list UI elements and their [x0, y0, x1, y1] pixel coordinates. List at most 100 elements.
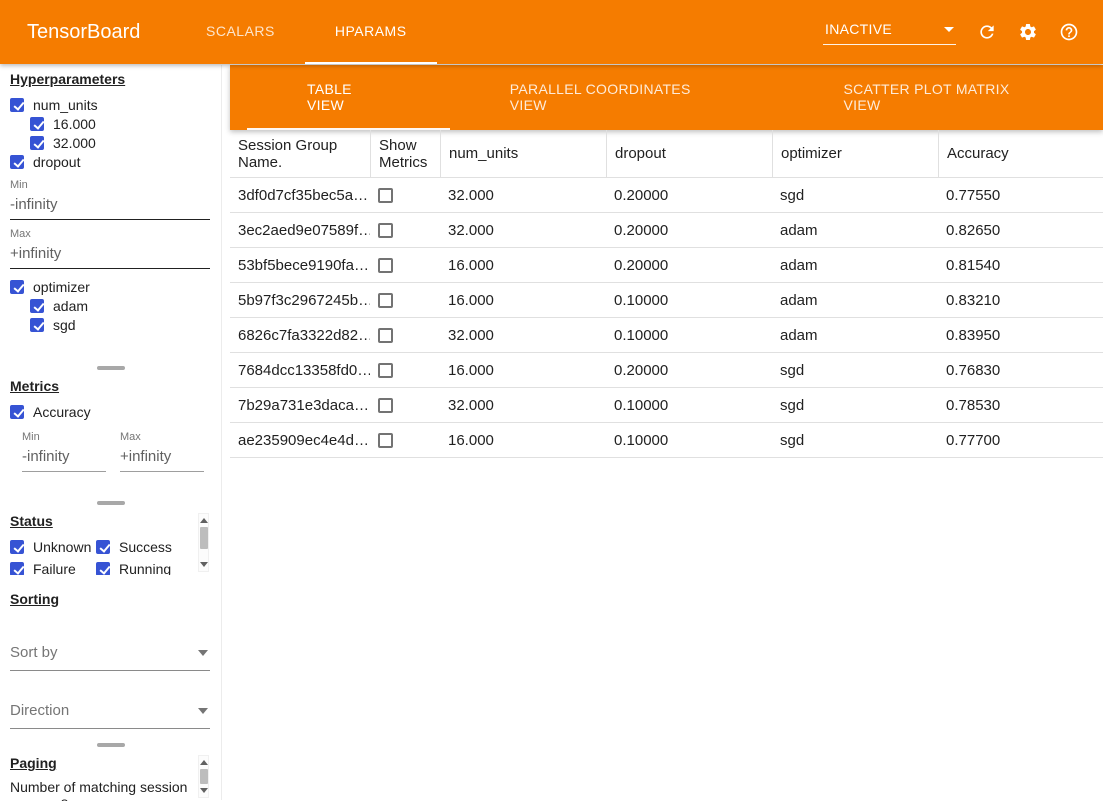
num-units-cell: 32.000 — [440, 178, 606, 212]
dropout-max-input[interactable] — [10, 241, 210, 269]
refresh-icon[interactable] — [977, 22, 997, 42]
metric-accuracy[interactable]: Accuracy — [10, 402, 221, 421]
num-units-32-checkbox[interactable] — [30, 136, 44, 150]
scrollbar-thumb[interactable] — [200, 527, 208, 549]
status-success[interactable]: Success — [96, 537, 206, 556]
session-group-name-cell: 6826c7fa3322d82… — [230, 318, 370, 352]
tab-scalars[interactable]: SCALARS — [176, 0, 305, 64]
session-group-name-cell: 7684dcc13358fd0… — [230, 353, 370, 387]
show-metrics-checkbox[interactable] — [378, 258, 393, 273]
direction-dropdown[interactable]: Direction — [10, 697, 210, 729]
scroll-up-icon[interactable] — [200, 518, 208, 523]
help-icon[interactable] — [1059, 22, 1079, 42]
tab-hparams[interactable]: HPARAMS — [305, 0, 437, 64]
table-row[interactable]: 6826c7fa3322d82… 32.000 0.10000 adam 0.8… — [230, 318, 1103, 353]
show-metrics-cell — [370, 318, 440, 352]
scrollbar-thumb[interactable] — [200, 769, 208, 784]
status-scrollbar[interactable] — [198, 513, 209, 572]
hparam-dropout[interactable]: dropout — [10, 152, 221, 171]
num-units-32-label: 32.000 — [53, 135, 96, 151]
dropout-label: dropout — [33, 154, 80, 170]
show-metrics-checkbox[interactable] — [378, 433, 393, 448]
accuracy-max-field: Max — [120, 431, 204, 472]
col-optimizer: optimizer — [772, 130, 938, 177]
hparam-num-units-16[interactable]: 16.000 — [30, 114, 221, 133]
status-failure-label: Failure — [33, 561, 76, 576]
hparam-num-units[interactable]: num_units — [10, 95, 221, 114]
tab-table-view[interactable]: TABLE VIEW — [247, 65, 450, 130]
accuracy-checkbox[interactable] — [10, 405, 24, 419]
show-metrics-checkbox[interactable] — [378, 363, 393, 378]
show-metrics-checkbox[interactable] — [378, 188, 393, 203]
dropout-checkbox[interactable] — [10, 155, 24, 169]
status-options: Unknown Success Failure Running — [10, 537, 221, 575]
accuracy-cell: 0.83950 — [938, 318, 1103, 352]
dropout-cell: 0.20000 — [606, 353, 772, 387]
status-running[interactable]: Running — [96, 559, 206, 575]
session-group-name-cell: 5b97f3c2967245b… — [230, 283, 370, 317]
app-title: TensorBoard — [0, 0, 176, 64]
table-row[interactable]: 3ec2aed9e07589f… 32.000 0.20000 adam 0.8… — [230, 213, 1103, 248]
paging-pane: Paging Number of matching session groups… — [0, 749, 221, 801]
status-running-checkbox[interactable] — [96, 562, 110, 576]
dropout-min-field: Min — [10, 179, 210, 220]
show-metrics-checkbox[interactable] — [378, 328, 393, 343]
status-unknown-checkbox[interactable] — [10, 540, 24, 554]
dropout-cell: 0.10000 — [606, 318, 772, 352]
table-row[interactable]: 7b29a731e3daca… 32.000 0.10000 sgd 0.785… — [230, 388, 1103, 423]
dropout-cell: 0.10000 — [606, 283, 772, 317]
optimizer-cell: adam — [772, 213, 938, 247]
num-units-checkbox[interactable] — [10, 98, 24, 112]
session-group-name-cell: 53bf5bece9190fa… — [230, 248, 370, 282]
status-unknown[interactable]: Unknown — [10, 537, 96, 556]
hparam-num-units-32[interactable]: 32.000 — [30, 133, 221, 152]
scroll-up-icon[interactable] — [200, 760, 208, 765]
dropout-min-input[interactable] — [10, 192, 210, 220]
accuracy-min-input[interactable] — [22, 444, 106, 472]
table-row[interactable]: 7684dcc13358fd0… 16.000 0.20000 sgd 0.76… — [230, 353, 1103, 388]
session-group-name-cell: ae235909ec4e4d… — [230, 423, 370, 457]
chevron-down-icon — [944, 27, 954, 32]
header-actions: INACTIVE — [823, 0, 1103, 64]
status-failure[interactable]: Failure — [10, 559, 96, 575]
hparam-optimizer-sgd[interactable]: sgd — [30, 315, 221, 334]
dropout-cell: 0.20000 — [606, 213, 772, 247]
reload-status-dropdown[interactable]: INACTIVE — [823, 19, 956, 45]
table-row[interactable]: 3df0d7cf35bec5a… 32.000 0.20000 sgd 0.77… — [230, 178, 1103, 213]
num-units-16-label: 16.000 — [53, 116, 96, 132]
scroll-down-icon[interactable] — [200, 788, 208, 793]
accuracy-min-label: Min — [22, 431, 106, 443]
dropout-max-field: Max — [10, 228, 210, 269]
tab-scatter-plot-matrix-view[interactable]: SCATTER PLOT MATRIX VIEW — [784, 65, 1103, 130]
status-failure-checkbox[interactable] — [10, 562, 24, 576]
settings-icon[interactable] — [1018, 22, 1038, 42]
optimizer-adam-checkbox[interactable] — [30, 299, 44, 313]
optimizer-cell: adam — [772, 248, 938, 282]
accuracy-cell: 0.77550 — [938, 178, 1103, 212]
scroll-down-icon[interactable] — [200, 562, 208, 567]
optimizer-sgd-checkbox[interactable] — [30, 318, 44, 332]
paging-scrollbar[interactable] — [198, 755, 209, 798]
show-metrics-checkbox[interactable] — [378, 398, 393, 413]
table-row[interactable]: ae235909ec4e4d… 16.000 0.10000 sgd 0.777… — [230, 423, 1103, 458]
hparam-optimizer-adam[interactable]: adam — [30, 296, 221, 315]
optimizer-cell: adam — [772, 318, 938, 352]
tab-parallel-coordinates-view[interactable]: PARALLEL COORDINATES VIEW — [450, 65, 784, 130]
accuracy-cell: 0.77700 — [938, 423, 1103, 457]
pane-resize-handle[interactable] — [0, 740, 221, 749]
status-success-checkbox[interactable] — [96, 540, 110, 554]
table-row[interactable]: 5b97f3c2967245b… 16.000 0.10000 adam 0.8… — [230, 283, 1103, 318]
pane-resize-handle[interactable] — [0, 363, 221, 372]
pane-resize-handle[interactable] — [0, 498, 221, 507]
col-accuracy: Accuracy — [938, 130, 1103, 177]
show-metrics-checkbox[interactable] — [378, 293, 393, 308]
num-units-16-checkbox[interactable] — [30, 117, 44, 131]
sort-by-dropdown[interactable]: Sort by — [10, 639, 210, 671]
hparam-optimizer[interactable]: optimizer — [10, 277, 221, 296]
accuracy-max-input[interactable] — [120, 444, 204, 472]
show-metrics-checkbox[interactable] — [378, 223, 393, 238]
col-dropout: dropout — [606, 130, 772, 177]
optimizer-checkbox[interactable] — [10, 280, 24, 294]
table-row[interactable]: 53bf5bece9190fa… 16.000 0.20000 adam 0.8… — [230, 248, 1103, 283]
col-num-units: num_units — [440, 130, 606, 177]
